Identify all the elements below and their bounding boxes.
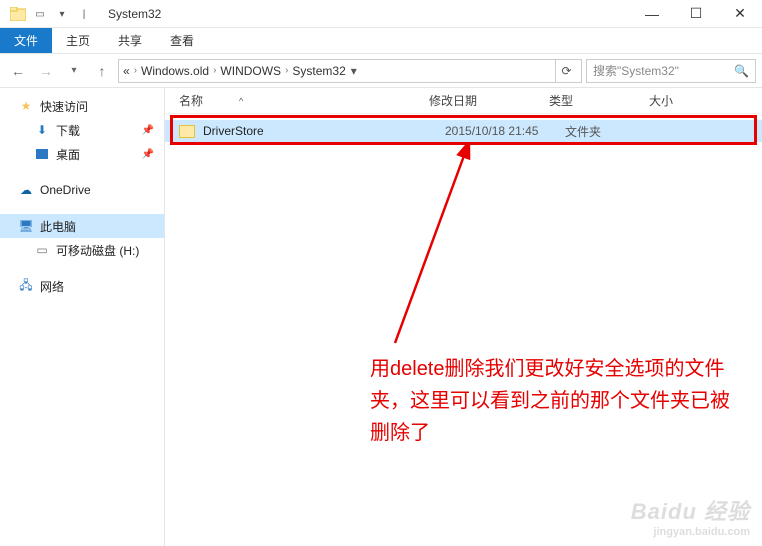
sidebar-item-label: 快速访问	[40, 98, 88, 115]
annotation-arrow	[375, 143, 485, 353]
col-type[interactable]: 类型	[549, 92, 649, 109]
folder-icon	[179, 125, 195, 138]
minimize-button[interactable]: —	[630, 0, 674, 28]
desktop-icon	[34, 146, 50, 162]
breadcrumb-seg-2[interactable]: WINDOWS	[220, 64, 281, 78]
watermark: Baidu 经验 jingyan.baidu.com	[631, 494, 750, 538]
sidebar: ★ 快速访问 ⬇ 下载 📌 桌面 📌 ☁ OneDrive 🖥 此电脑 ▭ 可移…	[0, 88, 165, 546]
search-input[interactable]: 搜索"System32" 🔍	[586, 59, 756, 83]
file-name: DriverStore	[203, 124, 445, 138]
sidebar-item-downloads[interactable]: ⬇ 下载 📌	[0, 118, 164, 142]
breadcrumb[interactable]: « › Windows.old › WINDOWS › System32 ▾ ⟳	[118, 59, 582, 83]
search-placeholder: 搜索"System32"	[593, 62, 679, 79]
refresh-button[interactable]: ⟳	[555, 60, 577, 82]
file-type: 文件夹	[565, 123, 665, 140]
breadcrumb-seg-1[interactable]: Windows.old	[141, 64, 209, 78]
sidebar-item-desktop[interactable]: 桌面 📌	[0, 142, 164, 166]
sidebar-item-removable[interactable]: ▭ 可移动磁盘 (H:)	[0, 238, 164, 262]
sidebar-item-label: 下载	[56, 122, 80, 139]
col-date[interactable]: 修改日期	[429, 92, 549, 109]
watermark-main: Baidu 经验	[631, 499, 750, 524]
qat-properties-icon[interactable]: ▭	[30, 4, 50, 24]
folder-app-icon	[8, 4, 28, 24]
breadcrumb-seg-3[interactable]: System32	[292, 64, 345, 78]
pin-icon: 📌	[142, 125, 154, 136]
tab-share[interactable]: 共享	[104, 28, 156, 53]
monitor-icon: 🖥	[18, 218, 34, 234]
sidebar-item-label: 网络	[40, 278, 64, 295]
sidebar-item-onedrive[interactable]: ☁ OneDrive	[0, 178, 164, 202]
column-headers[interactable]: 名称 ^ 修改日期 类型 大小	[165, 88, 762, 114]
sidebar-item-label: 此电脑	[40, 218, 76, 235]
watermark-sub: jingyan.baidu.com	[631, 526, 750, 538]
up-button[interactable]: ↑	[90, 59, 114, 83]
maximize-button[interactable]: ☐	[674, 0, 718, 28]
breadcrumb-overflow[interactable]: «	[123, 64, 130, 78]
star-icon: ★	[18, 98, 34, 114]
qat-separator: |	[74, 4, 94, 24]
sidebar-item-network[interactable]: 🖧 网络	[0, 274, 164, 298]
chevron-right-icon: ›	[134, 65, 137, 76]
tab-home[interactable]: 主页	[52, 28, 104, 53]
nav-bar: ← → ▾ ↑ « › Windows.old › WINDOWS › Syst…	[0, 54, 762, 88]
sidebar-item-quick-access[interactable]: ★ 快速访问	[0, 94, 164, 118]
pin-icon: 📌	[142, 149, 154, 160]
sidebar-item-label: OneDrive	[40, 183, 91, 197]
chevron-right-icon: ›	[285, 65, 288, 76]
forward-button[interactable]: →	[34, 59, 58, 83]
tab-view[interactable]: 查看	[156, 28, 208, 53]
tab-file[interactable]: 文件	[0, 28, 52, 53]
back-button[interactable]: ←	[6, 59, 30, 83]
quick-access-toolbar: ▭ ▾ |	[30, 4, 94, 24]
sidebar-item-label: 桌面	[56, 146, 80, 163]
sidebar-item-label: 可移动磁盘 (H:)	[56, 242, 139, 259]
network-icon: 🖧	[18, 278, 34, 294]
download-icon: ⬇	[34, 122, 50, 138]
main-area: ★ 快速访问 ⬇ 下载 📌 桌面 📌 ☁ OneDrive 🖥 此电脑 ▭ 可移…	[0, 88, 762, 546]
search-icon[interactable]: 🔍	[734, 64, 749, 78]
drive-icon: ▭	[34, 242, 50, 258]
col-size[interactable]: 大小	[649, 92, 719, 109]
cloud-icon: ☁	[18, 182, 34, 198]
file-date: 2015/10/18 21:45	[445, 124, 565, 138]
close-button[interactable]: ✕	[718, 0, 762, 28]
breadcrumb-dropdown[interactable]: ▾	[346, 64, 362, 78]
content-pane: 名称 ^ 修改日期 类型 大小 DriverStore 2015/10/18 2…	[165, 88, 762, 546]
ribbon-tabs: 文件 主页 共享 查看	[0, 28, 762, 54]
annotation-text: 用delete删除我们更改好安全选项的文件夹，这里可以看到之前的那个文件夹已被删…	[370, 353, 742, 449]
chevron-right-icon: ›	[213, 65, 216, 76]
sort-indicator-icon: ^	[239, 96, 429, 106]
qat-dropdown-icon[interactable]: ▾	[52, 4, 72, 24]
sidebar-item-this-pc[interactable]: 🖥 此电脑	[0, 214, 164, 238]
file-row[interactable]: DriverStore 2015/10/18 21:45 文件夹	[165, 120, 762, 142]
title-bar: ▭ ▾ | System32 — ☐ ✕	[0, 0, 762, 28]
recent-dropdown[interactable]: ▾	[62, 59, 86, 83]
window-title: System32	[108, 7, 161, 21]
